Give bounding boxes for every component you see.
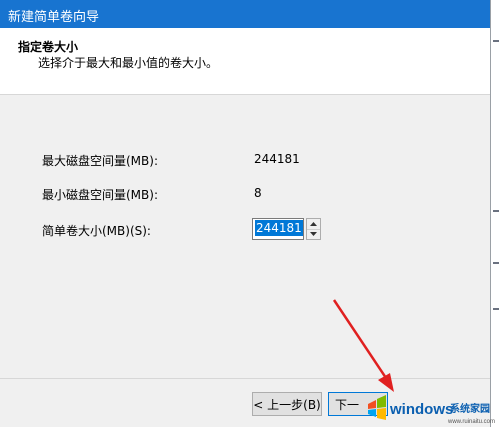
watermark-brand: windows: [389, 401, 453, 418]
annotation-arrow: [332, 299, 394, 392]
watermark: windows 系统家园 www.ruinaitu.com: [362, 392, 500, 427]
watermark-graphic: windows 系统家园 www.ruinaitu.com: [368, 395, 495, 425]
watermark-suffix: 系统家园: [450, 402, 490, 415]
arrow-shaft: [332, 299, 388, 379]
arrow-head: [378, 373, 394, 392]
watermark-url: www.ruinaitu.com: [447, 419, 495, 425]
windows-logo-icon: [368, 395, 386, 420]
